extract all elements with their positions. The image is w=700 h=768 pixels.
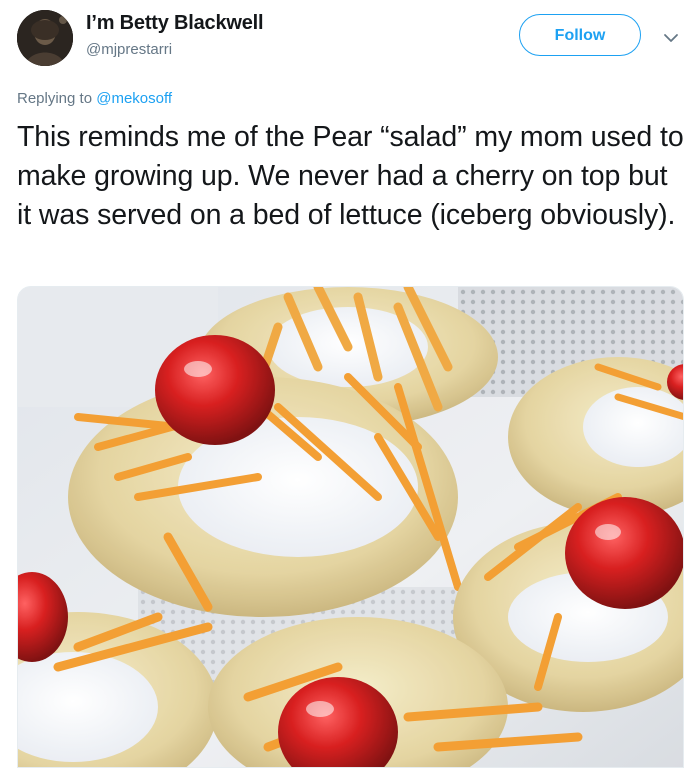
reply-mention-link[interactable]: @mekosoff [96,90,172,107]
author-display-name[interactable]: I’m Betty Blackwell [86,12,264,35]
author-handle[interactable]: @mjprestarri [86,41,172,58]
avatar[interactable] [17,10,73,66]
tweet-header: I’m Betty Blackwell @mjprestarri Follow [0,0,700,80]
tweet-photo[interactable] [17,286,684,768]
follow-button[interactable]: Follow [519,14,641,56]
tweet-text: This reminds me of the Pear “salad” my m… [17,121,684,231]
reply-prefix: Replying to [17,90,93,107]
reply-context: Replying to @mekosoff [17,90,172,107]
chevron-down-icon[interactable] [661,28,681,48]
